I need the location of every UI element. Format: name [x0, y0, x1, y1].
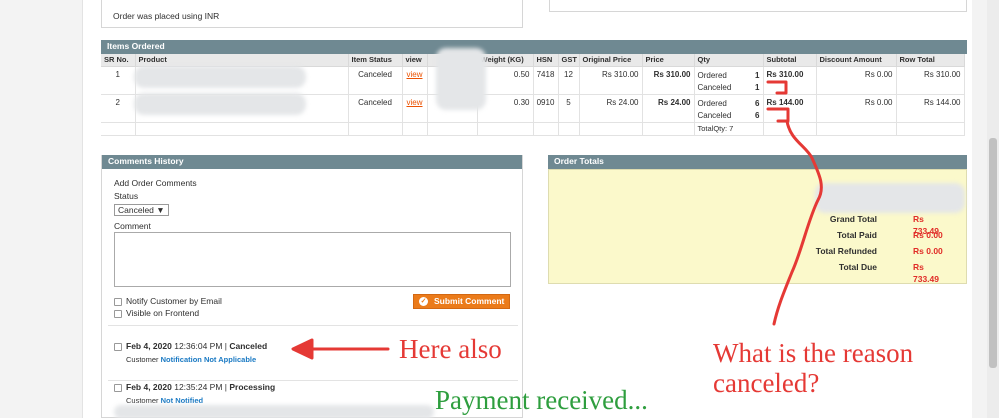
annotation-question-line1: What is the reason — [713, 338, 914, 368]
bracket-qty-row2 — [766, 107, 790, 123]
arrow-head-here-also — [291, 338, 314, 360]
annotation-question-line2: canceled? — [713, 368, 820, 398]
bracket-qty-row1 — [766, 80, 788, 95]
annotation-payment: Payment received... — [435, 385, 648, 415]
curve-to-question — [772, 119, 823, 326]
annotation-here-also: Here also — [399, 334, 502, 364]
